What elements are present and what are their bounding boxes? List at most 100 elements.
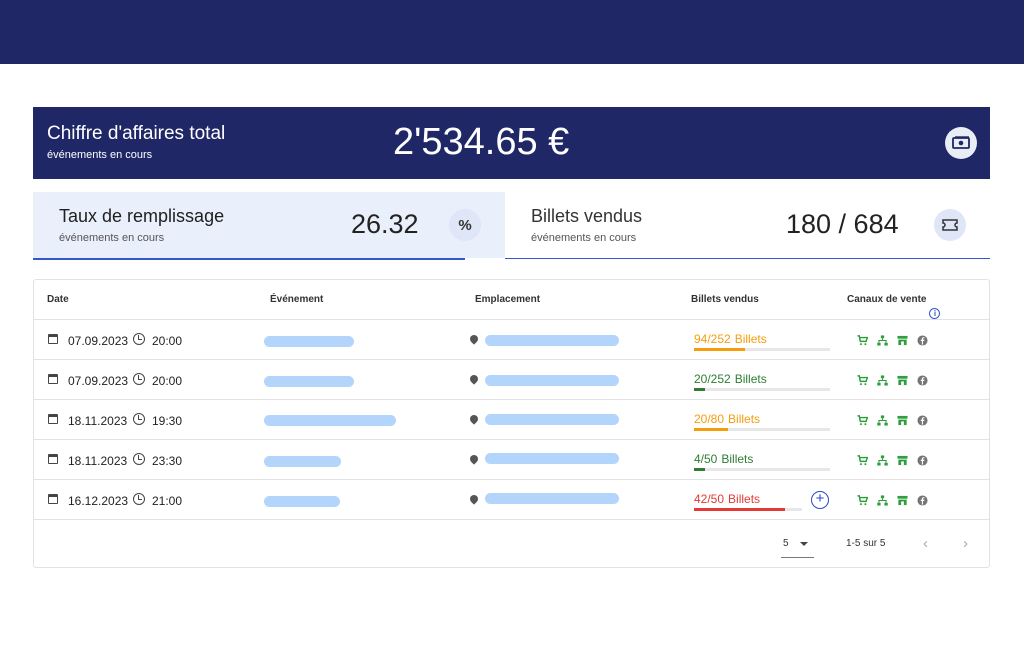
- occupancy-card[interactable]: Taux de remplissage événements en cours …: [33, 192, 505, 260]
- tickets-sold-title: Billets vendus: [531, 206, 643, 226]
- table-row[interactable]: 07.09.2023 20:00 94/252 Billets: [34, 320, 989, 360]
- network-icon: [877, 335, 888, 346]
- location-redacted: [485, 375, 619, 386]
- occupancy-value: 26.32: [351, 209, 419, 239]
- event-name-redacted[interactable]: [264, 336, 354, 347]
- tickets-progress-bar: [694, 348, 830, 351]
- table-header: Date Événement Emplacement Billets vendu…: [34, 280, 989, 320]
- tickets-progress-fill: [694, 348, 745, 351]
- cart-icon: [857, 455, 869, 466]
- revenue-title: Chiffre d'affaires total: [47, 123, 226, 144]
- facebook-icon: [917, 455, 928, 466]
- table-row[interactable]: 16.12.2023 21:00 42/50 Billets +: [34, 480, 989, 520]
- table-row[interactable]: 18.11.2023 23:30 4/50 Billets: [34, 440, 989, 480]
- event-name-redacted[interactable]: [264, 415, 396, 426]
- tickets-progress-fill: [694, 428, 728, 431]
- tickets-progress-bar: [694, 468, 830, 471]
- events-table: Date Événement Emplacement Billets vendu…: [33, 279, 990, 568]
- row-time: 20:00: [152, 374, 183, 388]
- store-icon: [897, 415, 908, 426]
- tickets-sold-text: 4/50 Billets: [694, 452, 753, 466]
- header-location[interactable]: Emplacement: [475, 294, 540, 305]
- row-time: 23:30: [152, 454, 183, 468]
- facebook-icon: [917, 495, 928, 506]
- row-date: 07.09.2023: [68, 374, 129, 388]
- cart-icon: [857, 335, 869, 346]
- row-time: 20:00: [152, 334, 183, 348]
- event-name-redacted[interactable]: [264, 456, 341, 467]
- location-pin-icon: [468, 373, 480, 385]
- row-time: 21:00: [152, 494, 183, 508]
- percent-icon: %: [449, 209, 481, 241]
- occupancy-title: Taux de remplissage: [59, 206, 225, 226]
- money-icon: [945, 127, 977, 159]
- tickets-sold-text: 20/252 Billets: [694, 372, 767, 386]
- tickets-label: Billets: [734, 332, 767, 346]
- clock-icon: [133, 453, 145, 465]
- table-row[interactable]: 18.11.2023 19:30 20/80 Billets: [34, 400, 989, 440]
- chevron-left-icon[interactable]: ‹: [923, 535, 928, 552]
- tickets-progress-fill: [694, 468, 705, 471]
- cart-icon: [857, 375, 869, 386]
- ticket-icon: [934, 209, 966, 241]
- location-pin-icon: [468, 413, 480, 425]
- tickets-count: 94/252: [694, 332, 731, 346]
- revenue-subtitle: événements en cours: [47, 149, 153, 161]
- tab-underline: [505, 258, 990, 259]
- tickets-count: 20/80: [694, 412, 725, 426]
- top-navbar: [0, 0, 1024, 64]
- rows-per-page-select[interactable]: 5: [783, 538, 789, 549]
- cart-icon: [857, 415, 869, 426]
- network-icon: [877, 415, 888, 426]
- row-time: 19:30: [152, 414, 183, 428]
- header-channels: Canaux de vente i: [847, 294, 941, 319]
- tickets-count: 4/50: [694, 452, 718, 466]
- location-pin-icon: [468, 453, 480, 465]
- location-redacted: [485, 453, 619, 464]
- tickets-progress-fill: [694, 508, 785, 511]
- location-redacted: [485, 414, 619, 425]
- store-icon: [897, 335, 908, 346]
- occupancy-subtitle: événements en cours: [59, 232, 165, 244]
- clock-icon: [133, 413, 145, 425]
- pagination-range: 1-5 sur 5: [846, 538, 886, 549]
- calendar-icon: [48, 334, 58, 344]
- tickets-sold-text: 42/50 Billets: [694, 492, 760, 506]
- tickets-sold-value: 180 / 684: [786, 209, 899, 239]
- revenue-value: 2'534.65 €: [393, 121, 570, 163]
- calendar-icon: [48, 414, 58, 424]
- chevron-right-icon[interactable]: ›: [963, 535, 968, 552]
- add-tickets-button[interactable]: +: [811, 491, 829, 509]
- active-tab-indicator: [33, 258, 465, 260]
- tickets-label: Billets: [721, 452, 754, 466]
- facebook-icon: [917, 375, 928, 386]
- tickets-progress-fill: [694, 388, 705, 391]
- info-icon[interactable]: i: [929, 308, 941, 319]
- event-name-redacted[interactable]: [264, 376, 354, 387]
- network-icon: [877, 455, 888, 466]
- pagination: 5 1-5 sur 5 ‹ ›: [34, 520, 989, 568]
- store-icon: [897, 455, 908, 466]
- tickets-label: Billets: [728, 492, 761, 506]
- tickets-count: 20/252: [694, 372, 731, 386]
- row-date: 16.12.2023: [68, 494, 129, 508]
- chevron-down-icon[interactable]: [800, 542, 808, 546]
- calendar-icon: [48, 454, 58, 464]
- tickets-label: Billets: [728, 412, 761, 426]
- row-date: 18.11.2023: [68, 454, 128, 468]
- location-pin-icon: [468, 333, 480, 345]
- event-name-redacted[interactable]: [264, 496, 340, 507]
- calendar-icon: [48, 374, 58, 384]
- header-date[interactable]: Date: [47, 294, 69, 305]
- header-tickets[interactable]: Billets vendus: [691, 294, 759, 305]
- clock-icon: [133, 373, 145, 385]
- network-icon: [877, 495, 888, 506]
- row-date: 07.09.2023: [68, 334, 129, 348]
- tickets-sold-text: 94/252 Billets: [694, 332, 767, 346]
- cart-icon: [857, 495, 869, 506]
- store-icon: [897, 375, 908, 386]
- tickets-sold-card[interactable]: Billets vendus événements en cours 180 /…: [505, 192, 990, 259]
- table-row[interactable]: 07.09.2023 20:00 20/252 Billets: [34, 360, 989, 400]
- header-event[interactable]: Événement: [270, 294, 323, 305]
- store-icon: [897, 495, 908, 506]
